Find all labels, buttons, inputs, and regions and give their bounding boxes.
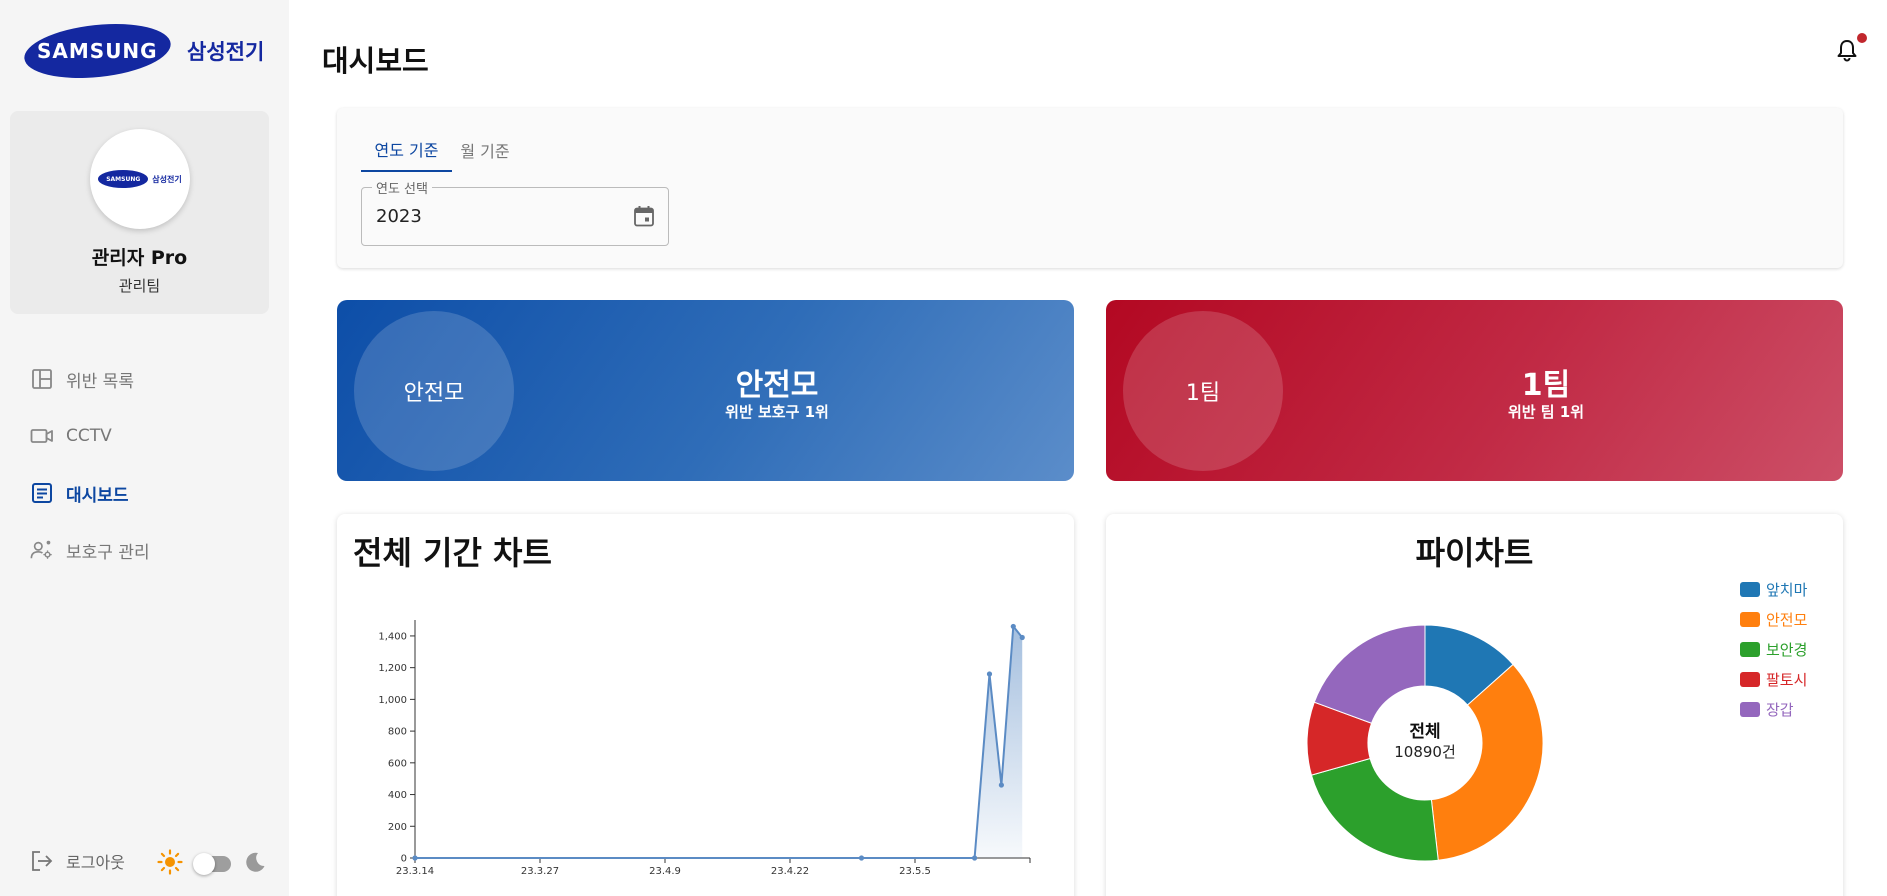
legend-item[interactable]: 앞치마: [1740, 574, 1807, 604]
video-camera-icon: [30, 424, 54, 448]
legend-label: 팔토시: [1766, 670, 1808, 689]
legend-item[interactable]: 팔토시: [1740, 664, 1807, 694]
theme-switcher: [157, 849, 267, 879]
sidebar-item-cctv[interactable]: CCTV: [30, 422, 112, 450]
data-point: [998, 782, 1004, 788]
tab-yearly[interactable]: 연도 기준: [361, 128, 452, 172]
pie-slice-보안경: [1310, 757, 1439, 862]
article-icon: [30, 481, 54, 505]
y-tick-label: 1,000: [378, 695, 407, 706]
top-team-title: 1팀: [1521, 368, 1571, 403]
x-tick-label: 23.3.27: [521, 866, 559, 877]
y-tick-label: 600: [388, 758, 407, 769]
sidebar: SAMSUNG 삼성전기 SAMSUNG 삼성전기 관리자 Pro 관리팀 위반…: [0, 0, 289, 896]
top-gear-circle: 안전모: [354, 311, 514, 471]
legend-label: 보안경: [1766, 640, 1808, 659]
pie-center-value: 10890건: [1394, 743, 1456, 761]
x-tick-label: 23.4.22: [771, 866, 809, 877]
tab-monthly[interactable]: 월 기준: [457, 128, 513, 172]
sidebar-item-label: 위반 목록: [66, 371, 134, 392]
legend-swatch: [1740, 581, 1760, 597]
top-gear-subtitle: 위반 보호구 1위: [725, 403, 829, 421]
logout-label: 로그아웃: [66, 853, 125, 872]
legend-item[interactable]: 안전모: [1740, 604, 1807, 634]
data-point: [986, 671, 993, 677]
data-point: [858, 855, 865, 861]
legend-item[interactable]: 보안경: [1740, 634, 1807, 664]
notification-badge: [1857, 33, 1867, 43]
year-picker-label: 연도 선택: [372, 178, 432, 197]
sidebar-item-label: CCTV: [66, 426, 112, 446]
data-point: [1019, 634, 1025, 641]
theme-toggle[interactable]: [193, 853, 231, 875]
legend-label: 안전모: [1766, 610, 1808, 629]
notifications-button[interactable]: [1836, 38, 1858, 66]
profile-card: SAMSUNG 삼성전기 관리자 Pro 관리팀: [10, 111, 269, 314]
y-tick-label: 400: [388, 790, 407, 801]
y-tick-label: 200: [388, 822, 407, 833]
legend-label: 장갑: [1766, 700, 1794, 719]
x-tick-label: 23.3.14: [396, 866, 434, 877]
data-point: [1010, 623, 1016, 630]
sidebar-item-dashboard[interactable]: 대시보드: [30, 479, 129, 507]
total-period-chart-card: 전체 기간 차트 0 200 400 600 800 1,000 1,200 1,400 23.…: [337, 514, 1074, 896]
filter-card: 연도 기준 월 기준 연도 선택: [337, 108, 1843, 268]
top-team-subtitle: 위반 팀 1위: [1507, 403, 1585, 421]
data-point: [412, 855, 418, 861]
year-picker[interactable]: 연도 선택: [361, 178, 669, 246]
y-tick-label: 1,200: [378, 663, 407, 674]
logo-wordmark: SAMSUNG: [37, 39, 158, 63]
avatar: SAMSUNG 삼성전기: [90, 129, 190, 229]
y-tick-label: 0: [401, 854, 407, 865]
year-input[interactable]: [376, 206, 596, 227]
pie-legend: 앞치마안전모보안경팔토시장갑: [1740, 574, 1807, 724]
legend-swatch: [1740, 611, 1760, 627]
top-violation-team-card: 1팀 1팀 위반 팀 1위: [1106, 300, 1843, 481]
top-violation-gear-card: 안전모 안전모 위반 보호구 1위: [337, 300, 1074, 481]
x-tick-label: 23.5.5: [899, 866, 931, 877]
pie-chart-card: 파이차트 전체 10890건 앞치마 안전모 보안경 팔토시 장갑: [1106, 514, 1843, 896]
calendar-icon[interactable]: [632, 204, 656, 232]
series-area: [974, 626, 1023, 858]
legend-swatch: [1740, 671, 1760, 687]
data-point: [972, 855, 978, 861]
sun-icon: [157, 849, 183, 879]
profile-team: 관리팀: [118, 277, 161, 295]
page-title: 대시보드: [322, 44, 429, 78]
dashboard-layout-icon: [30, 367, 54, 391]
pie-center-title: 전체: [1409, 722, 1440, 742]
pie-slice-장갑: [1313, 624, 1426, 724]
logout-icon: [30, 849, 54, 873]
sidebar-item-violations[interactable]: 위반 목록: [30, 365, 134, 393]
sidebar-item-label: 대시보드: [66, 485, 129, 506]
y-tick-label: 1,400: [378, 631, 407, 642]
series-line: [415, 623, 1024, 859]
y-tick-label: 800: [388, 727, 407, 738]
theme-toggle-knob[interactable]: [193, 853, 215, 875]
manage-accounts-icon: [30, 538, 54, 562]
legend-swatch: [1740, 641, 1760, 657]
logout-button[interactable]: 로그아웃: [30, 849, 125, 873]
x-tick-label: 23.4.9: [649, 866, 681, 877]
legend-label: 앞치마: [1766, 580, 1808, 599]
logo-text: 삼성전기: [187, 40, 265, 64]
bell-icon: [1836, 40, 1858, 66]
legend-item[interactable]: 장갑: [1740, 694, 1807, 724]
pie-slice-안전모: [1430, 663, 1544, 861]
avatar-logo-text: 삼성전기: [152, 174, 182, 184]
pie-chart: 전체10890건: [1306, 624, 1544, 862]
top-gear-title: 안전모: [735, 368, 819, 403]
legend-swatch: [1740, 701, 1760, 717]
avatar-logo-oval: SAMSUNG: [98, 170, 149, 188]
avatar-logo-wordmark: SAMSUNG: [106, 175, 141, 183]
moon-icon: [243, 850, 267, 878]
sidebar-item-ppe-management[interactable]: 보호구 관리: [30, 536, 150, 564]
profile-name: 관리자 Pro: [91, 247, 188, 269]
line-chart: 0 200 400 600 800 1,000 1,200 1,400 23.3.14 23.3.…: [378, 620, 1031, 877]
sidebar-item-label: 보호구 관리: [66, 542, 150, 563]
samsung-logo-oval: SAMSUNG: [21, 17, 174, 85]
top-team-circle: 1팀: [1123, 311, 1283, 471]
samsung-logo[interactable]: SAMSUNG 삼성전기: [21, 17, 265, 85]
